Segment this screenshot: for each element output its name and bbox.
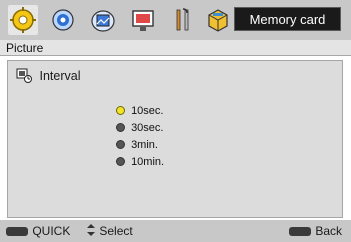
radio-icon <box>116 140 125 149</box>
page-title: Memory card <box>234 7 341 31</box>
memory-card-icon[interactable] <box>203 5 233 35</box>
quick-button[interactable]: QUICK <box>5 223 70 239</box>
option-3min[interactable]: 3min. <box>116 137 164 154</box>
option-30sec[interactable]: 30sec. <box>116 120 164 137</box>
selected-radio-icon <box>116 106 125 115</box>
option-label: 10sec. <box>131 105 164 117</box>
setup-icon[interactable] <box>8 5 38 35</box>
screen: Memory card Picture Interval 10sec. 30se… <box>0 0 351 242</box>
option-label: 3min. <box>131 139 158 151</box>
select-hint: Select <box>86 223 133 239</box>
select-label: Select <box>99 224 133 238</box>
radio-icon <box>116 123 125 132</box>
slideshow-icon <box>16 67 32 88</box>
color-icon[interactable] <box>48 5 78 35</box>
radio-icon <box>116 157 125 166</box>
menu-button-icon <box>6 227 28 236</box>
quick-label: QUICK <box>32 224 71 238</box>
option-10min[interactable]: 10min. <box>116 154 164 171</box>
option-label: 10min. <box>131 156 165 168</box>
interval-heading: Interval <box>16 67 80 85</box>
section-header: Picture <box>0 40 351 56</box>
tools-icon[interactable] <box>168 5 198 35</box>
updown-arrow-icon <box>87 224 95 236</box>
settings-panel: Interval 10sec. 30sec. 3min. 10min. <box>7 60 343 218</box>
back-label: Back <box>315 224 343 238</box>
interval-options: 10sec. 30sec. 3min. 10min. <box>116 103 164 171</box>
back-button[interactable]: Back <box>288 223 342 239</box>
option-label: 30sec. <box>131 122 164 134</box>
interval-label: Interval <box>39 69 81 83</box>
top-menu-bar: Memory card <box>0 0 351 40</box>
display-icon[interactable] <box>128 5 158 35</box>
option-10sec[interactable]: 10sec. <box>116 103 164 120</box>
picture-icon[interactable] <box>88 5 118 35</box>
bottom-help-bar: QUICK Select Back <box>0 220 351 242</box>
exit-button-icon <box>289 227 311 236</box>
